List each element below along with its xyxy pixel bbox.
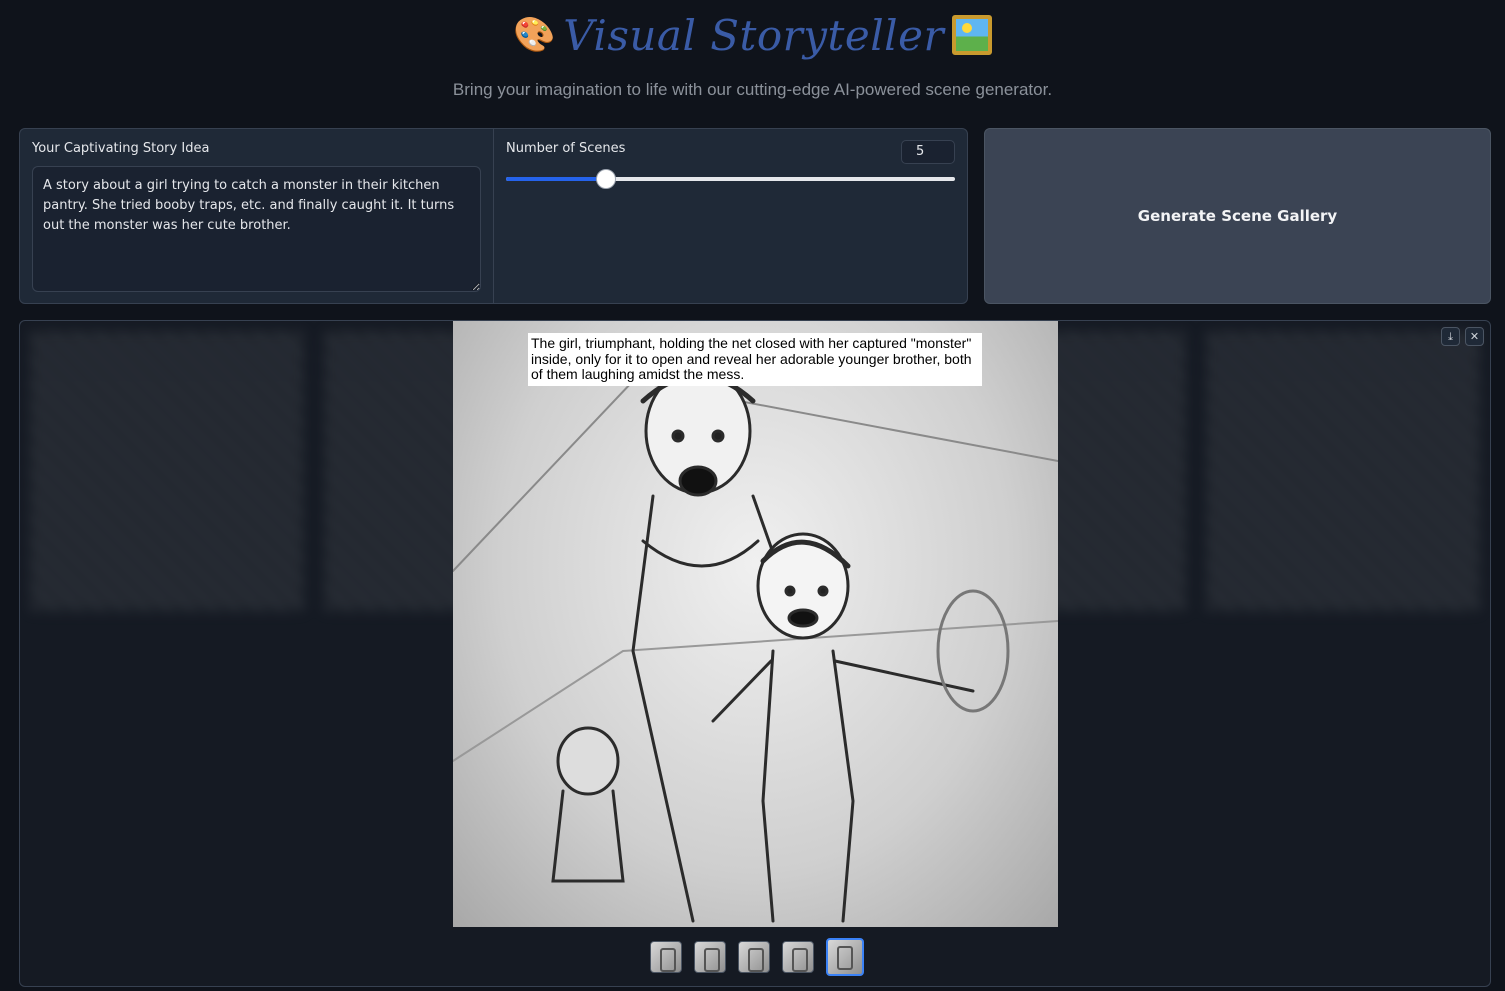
app-title: Visual Storyteller (563, 10, 945, 60)
generate-button[interactable]: Generate Scene Gallery (984, 128, 1491, 304)
app-header: 🎨 Visual Storyteller (0, 0, 1505, 70)
download-icon[interactable]: ⤓ (1441, 327, 1460, 346)
slider-thumb[interactable] (595, 169, 616, 189)
scenes-label: Number of Scenes (506, 141, 626, 156)
scene-count-input[interactable]: 5 (901, 140, 955, 164)
input-panel: Your Captivating Story Idea Number of Sc… (19, 128, 968, 304)
scene-thumbnail-4[interactable] (782, 941, 814, 973)
palette-icon: 🎨 (512, 15, 556, 55)
scene-thumbnail-5[interactable] (826, 938, 864, 976)
scene-thumbnail-3[interactable] (738, 941, 770, 973)
app-subtitle: Bring your imagination to life with our … (452, 80, 1053, 99)
framed-picture-icon (952, 15, 993, 55)
background-tile (30, 331, 304, 611)
story-textarea[interactable] (32, 166, 481, 292)
sketch-illustration (453, 367, 1058, 923)
scene-caption: The girl, triumphant, holding the net cl… (528, 333, 982, 386)
story-label: Your Captivating Story Idea (32, 141, 210, 156)
background-tile (1206, 331, 1480, 611)
scenes-slider[interactable] (506, 169, 955, 189)
scene-preview-image[interactable]: The girl, triumphant, holding the net cl… (453, 321, 1058, 927)
scenes-block: Number of Scenes 5 (494, 129, 967, 303)
scene-thumbnail-1[interactable] (650, 941, 682, 973)
story-block: Your Captivating Story Idea (20, 129, 494, 303)
close-icon[interactable]: ✕ (1465, 327, 1484, 346)
thumbnail-strip (650, 938, 864, 976)
slider-fill (506, 177, 606, 181)
scene-thumbnail-2[interactable] (694, 941, 726, 973)
gallery-panel: The girl, triumphant, holding the net cl… (19, 320, 1491, 987)
